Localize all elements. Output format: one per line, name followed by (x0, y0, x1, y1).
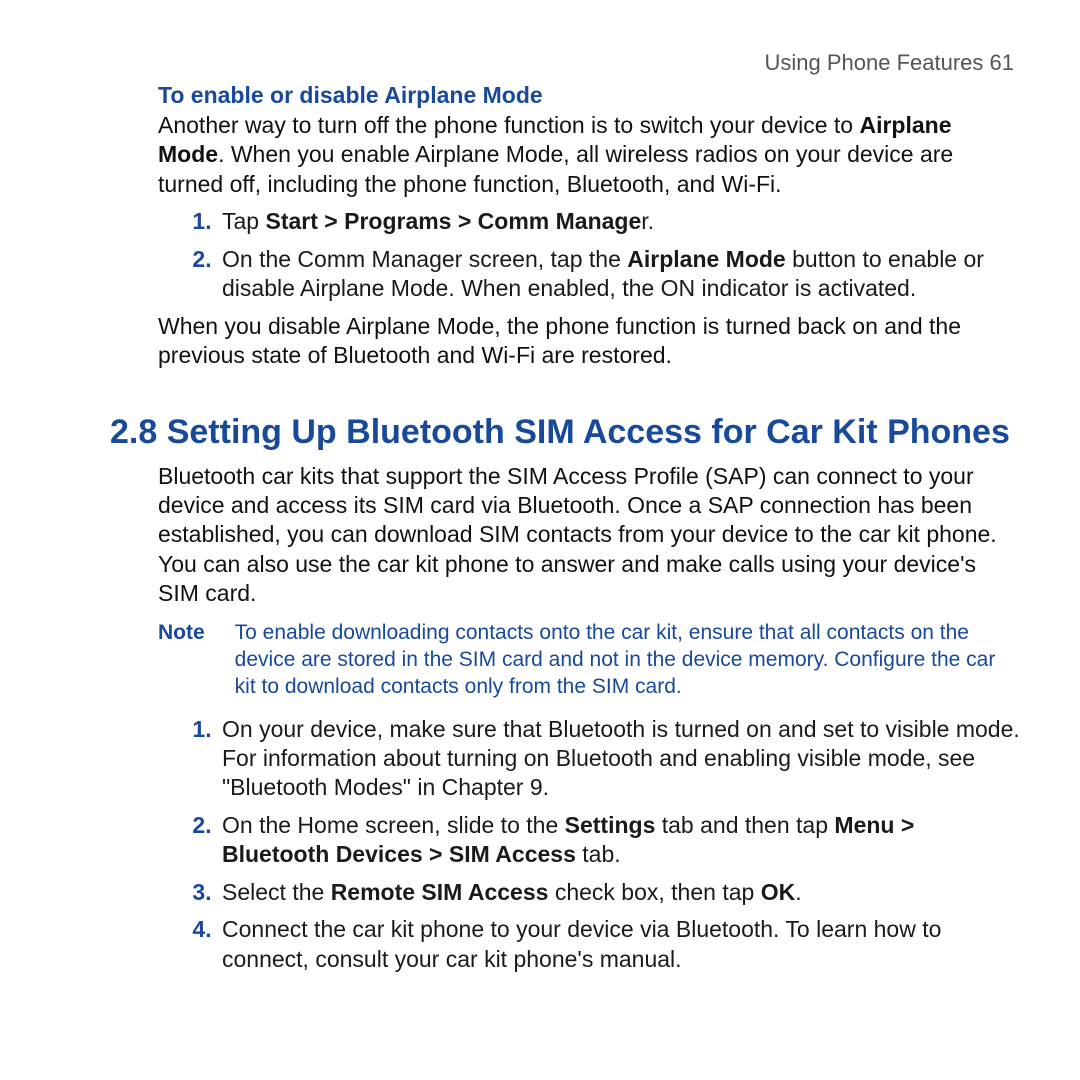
text: tab. (576, 841, 621, 867)
bold-airplane-mode-button: Airplane Mode (627, 246, 785, 272)
text: . (795, 879, 801, 905)
text: tab and then tap (655, 812, 834, 838)
step-2: On the Home screen, slide to the Setting… (218, 811, 1020, 870)
text: On your device, make sure that Bluetooth… (222, 716, 1020, 801)
bold-ok: OK (761, 879, 796, 905)
bold-settings: Settings (565, 812, 656, 838)
sim-access-steps: On your device, make sure that Bluetooth… (158, 715, 1020, 975)
text: Bluetooth car kits that support the SIM … (158, 462, 1020, 609)
text: r. (641, 208, 654, 234)
note-label: Note (158, 619, 205, 701)
bold-path: Start > Programs > Comm Manage (265, 208, 641, 234)
airplane-mode-closing: When you disable Airplane Mode, the phon… (158, 312, 1020, 371)
step-1: Tap Start > Programs > Comm Manager. (218, 207, 1020, 236)
bold-remote-sim-access: Remote SIM Access (331, 879, 549, 905)
step-3: Select the Remote SIM Access check box, … (218, 878, 1020, 907)
step-1: On your device, make sure that Bluetooth… (218, 715, 1020, 803)
section-2-8-title: 2.8 Setting Up Bluetooth SIM Access for … (110, 413, 1020, 452)
step-2: On the Comm Manager screen, tap the Airp… (218, 245, 1020, 304)
text: On the Home screen, slide to the (222, 812, 565, 838)
running-header: Using Phone Features 61 (110, 50, 1014, 76)
note-block: Note To enable downloading contacts onto… (158, 619, 1020, 701)
note-text: To enable downloading contacts onto the … (235, 619, 1020, 701)
text: On the Comm Manager screen, tap the (222, 246, 627, 272)
airplane-mode-steps: Tap Start > Programs > Comm Manager. On … (158, 207, 1020, 303)
text: . When you enable Airplane Mode, all wir… (158, 141, 953, 196)
section-intro: Bluetooth car kits that support the SIM … (158, 462, 1020, 609)
text: Another way to turn off the phone functi… (158, 112, 859, 138)
airplane-mode-subheading: To enable or disable Airplane Mode (158, 82, 1020, 109)
step-4: Connect the car kit phone to your device… (218, 915, 1020, 974)
text: Connect the car kit phone to your device… (222, 916, 941, 971)
text: When you disable Airplane Mode, the phon… (158, 312, 1020, 371)
airplane-mode-intro: Another way to turn off the phone functi… (158, 111, 1020, 199)
text: check box, then tap (548, 879, 760, 905)
text: Select the (222, 879, 331, 905)
manual-page: Using Phone Features 61 To enable or dis… (0, 0, 1080, 1080)
text: Tap (222, 208, 265, 234)
